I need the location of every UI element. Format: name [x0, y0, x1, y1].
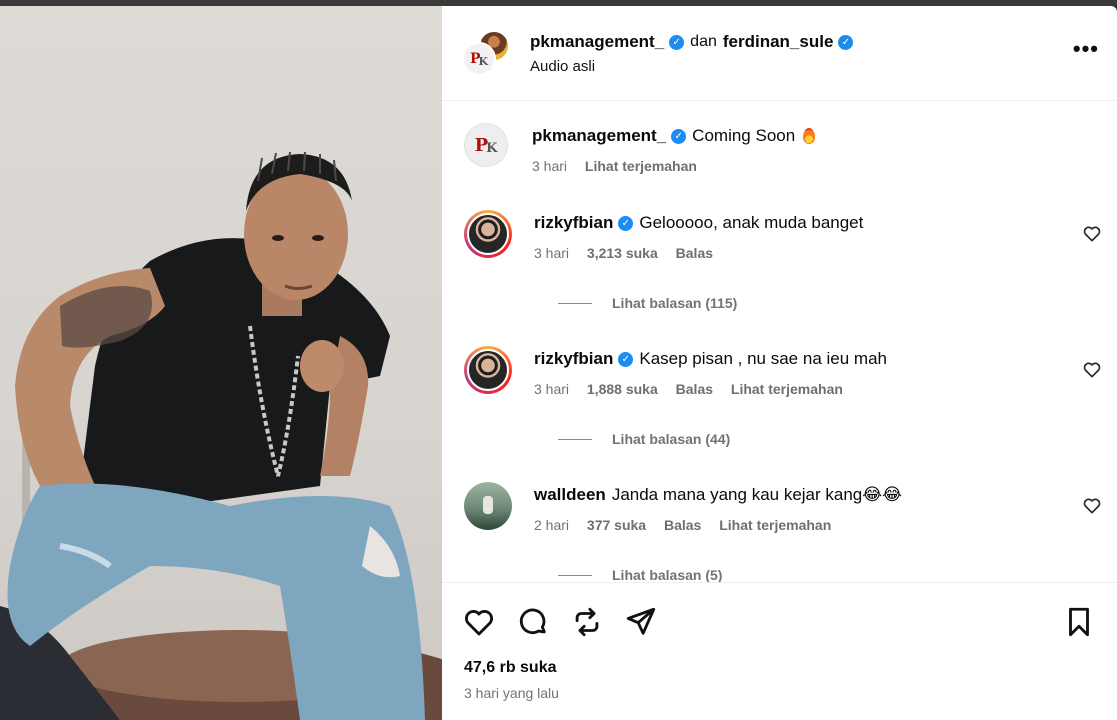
reply-button[interactable]: Balas: [676, 245, 713, 261]
comment-text: Janda mana yang kau kejar kang😂😂: [611, 485, 902, 504]
post-actions-bar: 47,6 rb suka 3 hari yang lalu: [442, 582, 1117, 720]
caption-avatar[interactable]: PK: [464, 123, 508, 167]
verified-badge-icon: ✓: [618, 351, 634, 367]
commenter-username[interactable]: rizkyfbian: [534, 213, 613, 233]
like-comment-heart-icon[interactable]: [1082, 224, 1102, 244]
comment-likes[interactable]: 1,888 suka: [587, 381, 658, 397]
comment-text: Kasep pisan , nu sae na ieu mah: [639, 349, 887, 368]
post-header: PK pkmanagement_ ✓ dan ferdinan_sule ✓ A…: [442, 6, 1117, 101]
post-media-image[interactable]: [0, 6, 442, 720]
caption-text-row: pkmanagement_ ✓ Coming Soon: [532, 123, 816, 149]
comment-text: Gelooooo, anak muda banget: [639, 213, 864, 232]
commenter-username[interactable]: walldeen: [534, 485, 606, 505]
caption-meta: 3 hari Lihat terjemahan: [532, 158, 711, 174]
commenter-avatar[interactable]: [464, 482, 512, 530]
verified-badge-icon: ✓: [838, 34, 854, 50]
view-replies-link[interactable]: Lihat balasan (115): [558, 295, 737, 311]
reply-button[interactable]: Balas: [676, 381, 713, 397]
caption-time: 3 hari: [532, 158, 568, 174]
post-detail-panel: PK pkmanagement_ ✓ dan ferdinan_sule ✓ A…: [442, 6, 1117, 720]
like-heart-icon[interactable]: [462, 605, 496, 639]
commenter-username[interactable]: rizkyfbian: [534, 349, 613, 369]
more-options-icon[interactable]: •••: [1073, 36, 1099, 62]
like-comment-heart-icon[interactable]: [1082, 360, 1102, 380]
comment-likes[interactable]: 3,213 suka: [587, 245, 658, 261]
reply-button[interactable]: Balas: [664, 517, 701, 533]
comment-time: 3 hari: [534, 381, 570, 397]
comments-list[interactable]: PK pkmanagement_ ✓ Coming Soon 3 hari Li…: [442, 102, 1117, 582]
replies-divider: [558, 574, 592, 576]
view-replies-text[interactable]: Lihat balasan (44): [612, 431, 730, 447]
post-photo-illustration: [0, 151, 442, 720]
commenter-avatar[interactable]: [464, 346, 512, 394]
verified-badge-icon: ✓: [618, 215, 634, 231]
collab-avatars[interactable]: PK: [462, 30, 512, 80]
post-date: 3 hari yang lalu: [464, 685, 559, 701]
post-likes-count[interactable]: 47,6 rb suka: [464, 659, 557, 677]
authors-connector: dan: [690, 33, 717, 50]
see-translation-link[interactable]: Lihat terjemahan: [719, 517, 831, 533]
comment-time: 2 hari: [534, 517, 570, 533]
comment-likes[interactable]: 377 suka: [587, 517, 646, 533]
comment-text-row: rizkyfbian ✓ Gelooooo, anak muda banget: [534, 210, 863, 236]
see-translation-link[interactable]: Lihat terjemahan: [731, 381, 843, 397]
verified-badge-icon: ✓: [669, 34, 685, 50]
post-authors: pkmanagement_ ✓ dan ferdinan_sule ✓: [530, 32, 859, 52]
see-translation-link[interactable]: Lihat terjemahan: [585, 158, 697, 174]
comment-meta: 3 hari 3,213 suka Balas: [534, 245, 727, 261]
comment-text-row: rizkyfbian ✓ Kasep pisan , nu sae na ieu…: [534, 346, 887, 372]
view-replies-link[interactable]: Lihat balasan (44): [558, 431, 730, 447]
verified-badge-icon: ✓: [671, 128, 687, 144]
view-replies-text[interactable]: Lihat balasan (5): [612, 567, 722, 582]
comment-bubble-icon[interactable]: [516, 605, 550, 639]
comment-time: 3 hari: [534, 245, 570, 261]
repost-icon[interactable]: [570, 605, 604, 639]
comment-item: rizkyfbian ✓ Gelooooo, anak muda banget …: [464, 210, 1104, 340]
comment-item: walldeen Janda mana yang kau kejar kang😂…: [464, 482, 1104, 582]
comment-meta: 2 hari 377 suka Balas Lihat terjemahan: [534, 517, 845, 533]
share-send-icon[interactable]: [624, 605, 658, 639]
author-username-2[interactable]: ferdinan_sule: [723, 32, 834, 52]
caption-text: Coming Soon: [692, 126, 796, 145]
comment-meta: 3 hari 1,888 suka Balas Lihat terjemahan: [534, 381, 857, 397]
post-caption: PK pkmanagement_ ✓ Coming Soon 3 hari Li…: [464, 123, 1104, 183]
fire-emoji-icon: [803, 128, 816, 144]
comment-text-row: walldeen Janda mana yang kau kejar kang😂…: [534, 482, 902, 508]
like-comment-heart-icon[interactable]: [1082, 496, 1102, 516]
audio-label[interactable]: Audio asli: [530, 58, 595, 75]
view-replies-link[interactable]: Lihat balasan (5): [558, 567, 722, 582]
view-replies-text[interactable]: Lihat balasan (115): [612, 295, 737, 311]
comment-item: rizkyfbian ✓ Kasep pisan , nu sae na ieu…: [464, 346, 1104, 476]
save-bookmark-icon[interactable]: [1062, 605, 1096, 639]
avatar-pkmanagement[interactable]: PK: [462, 42, 496, 76]
caption-username[interactable]: pkmanagement_: [532, 126, 666, 146]
replies-divider: [558, 302, 592, 304]
author-username-1[interactable]: pkmanagement_: [530, 32, 664, 52]
replies-divider: [558, 438, 592, 440]
commenter-avatar[interactable]: [464, 210, 512, 258]
